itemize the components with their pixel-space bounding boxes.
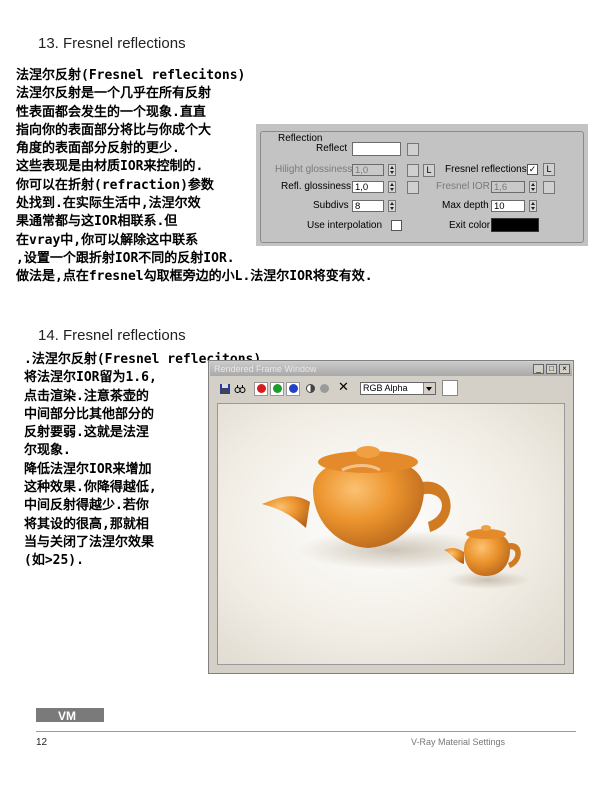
fresnel-ior-label: Fresnel IOR	[436, 181, 490, 192]
hilight-lock-button[interactable]: L	[423, 164, 435, 177]
page-number: 12	[36, 737, 48, 748]
hilight-map-button[interactable]	[407, 164, 419, 177]
exit-color-label: Exit color	[449, 220, 491, 231]
hilight-glossiness-spinner[interactable]	[388, 164, 396, 176]
color-swatch[interactable]	[442, 380, 458, 396]
frame-buffer-toolbar: ✕ RGB Alpha	[210, 378, 572, 400]
reflect-map-button[interactable]	[407, 143, 419, 156]
reflection-rollout: Reflection Reflect Hilight glossiness 1,…	[256, 124, 588, 246]
clone-icon[interactable]	[234, 383, 246, 395]
maximize-button[interactable]: □	[546, 364, 557, 374]
channel-select[interactable]: RGB Alpha	[360, 382, 436, 395]
red-channel-icon	[257, 384, 266, 393]
chevron-down-icon	[423, 383, 435, 394]
max-depth-spinner[interactable]	[529, 200, 537, 212]
footer-title: V-Ray Material Settings	[411, 737, 506, 747]
text-line: 性表面都会发生的一个现象.直直	[16, 104, 206, 120]
render-viewport	[217, 403, 565, 665]
vm-logo: VM	[36, 708, 104, 724]
subdivs-spinner[interactable]	[388, 200, 396, 212]
max-depth-label: Max depth	[442, 200, 489, 211]
minimize-button[interactable]: _	[533, 364, 544, 374]
mono-channel-icon[interactable]	[306, 384, 315, 393]
section-13-heading: 13. Fresnel reflections	[38, 35, 186, 52]
fresnel-reflections-label: Fresnel reflections	[445, 164, 527, 175]
use-interpolation-checkbox[interactable]	[391, 220, 402, 231]
reflect-label: Reflect	[316, 143, 348, 154]
section-14-heading: 14. Fresnel reflections	[38, 327, 186, 344]
max-depth-field[interactable]: 10	[491, 200, 525, 212]
fresnel-ior-lock-button[interactable]: L	[543, 163, 555, 176]
svg-text:VM: VM	[58, 709, 76, 723]
clear-icon[interactable]: ✕	[338, 381, 350, 395]
frame-buffer-window: Rendered Frame Window _ □ × ✕ RGB Alpha	[208, 360, 574, 674]
refl-glossiness-spinner[interactable]	[388, 181, 396, 193]
reflect-color-swatch[interactable]	[352, 142, 401, 156]
frame-buffer-titlebar[interactable]: Rendered Frame Window _ □ ×	[210, 362, 572, 376]
channel-select-value: RGB Alpha	[363, 383, 408, 393]
fresnel-ior-spinner[interactable]	[529, 181, 537, 193]
reflection-group: Reflection Reflect Hilight glossiness 1,…	[260, 131, 584, 243]
hilight-glossiness-field[interactable]: 1,0	[352, 164, 384, 176]
subdivs-label: Subdivs	[313, 200, 349, 211]
fresnel-ior-field[interactable]: 1,6	[491, 181, 525, 193]
use-interpolation-label: Use interpolation	[307, 220, 383, 231]
teapot-render-image	[262, 446, 530, 589]
fresnel-reflections-checkbox[interactable]: ✓	[527, 164, 538, 175]
frame-buffer-title: Rendered Frame Window	[214, 364, 317, 374]
text-line: 做法是,点在fresnel勾取框旁边的小L.法涅尔IOR将变有效.	[16, 269, 373, 285]
text-line: 法涅尔反射是一个几乎在所有反射	[16, 86, 212, 102]
alpha-channel-icon[interactable]	[320, 384, 329, 393]
footer-divider	[36, 731, 576, 732]
close-button[interactable]: ×	[559, 364, 570, 374]
blue-channel-icon	[289, 384, 298, 393]
fresnel-ior-map-button[interactable]	[543, 181, 555, 194]
save-icon[interactable]	[219, 383, 231, 395]
green-channel-icon	[273, 384, 282, 393]
hilight-glossiness-label: Hilight glossiness	[275, 164, 353, 175]
refl-glossiness-label: Refl. glossiness	[281, 181, 352, 192]
text-line: 法涅尔反射(Fresnel reflecitons)	[16, 68, 246, 83]
subdivs-field[interactable]: 8	[352, 200, 384, 212]
text-line: ,设置一个跟折射IOR不同的反射IOR.	[16, 250, 235, 266]
refl-glossiness-field[interactable]: 1,0	[352, 181, 384, 193]
exit-color-swatch[interactable]	[491, 218, 539, 232]
refl-glossiness-map-button[interactable]	[407, 181, 419, 194]
